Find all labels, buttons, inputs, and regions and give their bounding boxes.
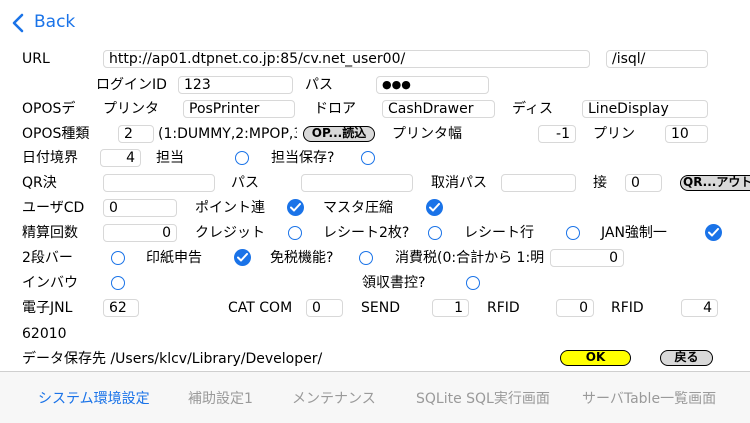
opos-type-input[interactable]: 2 xyxy=(118,125,154,143)
jnl-input[interactable]: 62 xyxy=(103,299,139,317)
jan-check[interactable] xyxy=(705,224,722,241)
tab-server-tables[interactable]: サーバTable一覧画面 xyxy=(582,388,716,408)
tax-input[interactable]: 0 xyxy=(550,249,624,267)
ok-button[interactable]: OK xyxy=(560,350,631,366)
opos-drawer-input[interactable]: CashDrawer xyxy=(382,100,495,118)
login-pass-label: パス xyxy=(305,77,333,93)
tab-maintenance[interactable]: メンテナンス xyxy=(292,388,376,408)
receipt2-label: レシート2枚? xyxy=(323,225,410,241)
inbound-label: インバウ xyxy=(22,275,78,291)
two-bar-radio[interactable] xyxy=(111,251,125,265)
user-cd-label: ユーザCD xyxy=(22,200,85,216)
receipt2-radio[interactable] xyxy=(428,226,442,240)
receipt-line-radio[interactable] xyxy=(566,226,580,240)
opos-display-label: ディス xyxy=(512,101,554,117)
qr-input[interactable] xyxy=(103,174,215,192)
point-check[interactable] xyxy=(287,199,304,216)
tab-system-settings[interactable]: システム環境設定 xyxy=(38,388,150,408)
two-bar-label: 2段バー xyxy=(22,250,73,266)
date-boundary-label: 日付境界 xyxy=(22,150,78,166)
staff-radio[interactable] xyxy=(235,151,249,165)
conn-input[interactable]: 0 xyxy=(625,174,662,192)
tax-free-radio[interactable] xyxy=(359,251,373,265)
login-pass-input[interactable]: ●●● xyxy=(376,76,489,94)
checkmark-icon xyxy=(429,203,440,212)
inbound-radio[interactable] xyxy=(111,276,125,290)
rfid2-label: RFID xyxy=(611,300,644,316)
tab-aux-settings[interactable]: 補助設定1 xyxy=(188,388,253,408)
back-label: Back xyxy=(34,12,76,32)
cancel-pass-label: 取消パス xyxy=(431,175,487,191)
url-label: URL xyxy=(22,51,50,67)
rfid1-label: RFID xyxy=(487,300,520,316)
user-cd-input[interactable]: 0 xyxy=(103,199,177,217)
staff-save-radio[interactable] xyxy=(361,151,375,165)
staff-label: 担当 xyxy=(156,150,184,166)
qr-out-button[interactable]: QR...アウト xyxy=(680,175,750,191)
opos-display-input[interactable]: LineDisplay xyxy=(582,100,708,118)
credit-radio[interactable] xyxy=(288,226,302,240)
rfid2-input[interactable]: 4 xyxy=(681,299,718,317)
printer-width-input[interactable]: -1 xyxy=(538,125,576,143)
master-compress-label: マスタ圧縮 xyxy=(323,200,393,216)
conn-label: 接 xyxy=(593,175,607,191)
point-label: ポイント連 xyxy=(195,200,265,216)
receipt-line-label: レシート行 xyxy=(464,225,534,241)
tax-label: 消費税(0:合計から 1:明 xyxy=(395,250,545,266)
checkmark-icon xyxy=(237,253,248,262)
send-input[interactable]: 1 xyxy=(432,299,469,317)
checkmark-icon xyxy=(290,203,301,212)
jan-label: JAN強制一 xyxy=(601,225,667,241)
print-label: プリン xyxy=(593,126,635,142)
send-label: SEND xyxy=(361,300,400,316)
stamp-label: 印紙申告 xyxy=(146,250,202,266)
catcom-label: CAT COM xyxy=(228,300,293,316)
opos-type-hint: (1:DUMMY,2:MPOP,3 xyxy=(158,126,297,142)
rfid1-input[interactable]: 0 xyxy=(556,299,594,317)
url-input[interactable]: http://ap01.dtpnet.co.jp:85/cv.net_user0… xyxy=(103,50,590,68)
receipt-copy-radio[interactable] xyxy=(466,276,480,290)
credit-label: クレジット xyxy=(195,225,265,241)
opos-printer-input[interactable]: PosPrinter xyxy=(183,100,295,118)
save-path-label: データ保存先 /Users/klcv/Library/Developer/ xyxy=(22,351,323,367)
back-return-button[interactable]: 戻る xyxy=(660,350,713,366)
qr-read-button[interactable]: OP...読込 xyxy=(303,126,375,142)
settle-count-input[interactable]: 0 xyxy=(103,224,177,242)
login-id-label: ログインID xyxy=(96,77,167,93)
opos-type-label: OPOS種類 xyxy=(22,126,90,142)
chevron-left-icon xyxy=(12,13,24,33)
qr-pass-input[interactable] xyxy=(301,174,413,192)
version-text: 62010 xyxy=(22,326,67,342)
master-compress-check[interactable] xyxy=(426,199,443,216)
opos-label: OPOSデ xyxy=(22,101,76,117)
receipt-copy-label: 領収書控? xyxy=(362,275,426,291)
url-suffix-input[interactable]: /isql/ xyxy=(606,50,708,68)
jnl-label: 電子JNL xyxy=(22,300,73,316)
settle-count-label: 精算回数 xyxy=(22,225,78,241)
qr-pass-label: パス xyxy=(231,175,259,191)
cancel-pass-input[interactable] xyxy=(501,174,576,192)
tab-sqlite-sql[interactable]: SQLite SQL実行画面 xyxy=(416,388,550,408)
date-boundary-input[interactable]: 4 xyxy=(100,149,141,167)
opos-printer-label: プリンタ xyxy=(103,101,159,117)
checkmark-icon xyxy=(708,228,719,237)
stamp-check[interactable] xyxy=(234,249,251,266)
opos-drawer-label: ドロア xyxy=(314,101,356,117)
login-id-input[interactable]: 123 xyxy=(178,76,293,94)
tab-bar: システム環境設定 補助設定1 メンテナンス SQLite SQL実行画面 サーバ… xyxy=(0,371,750,423)
staff-save-label: 担当保存? xyxy=(271,150,335,166)
printer-width-label: プリンタ幅 xyxy=(392,126,462,142)
print-input[interactable]: 10 xyxy=(665,125,708,143)
tax-free-label: 免税機能? xyxy=(270,250,334,266)
qr-label: QR決 xyxy=(22,175,57,191)
catcom-input[interactable]: 0 xyxy=(306,299,343,317)
